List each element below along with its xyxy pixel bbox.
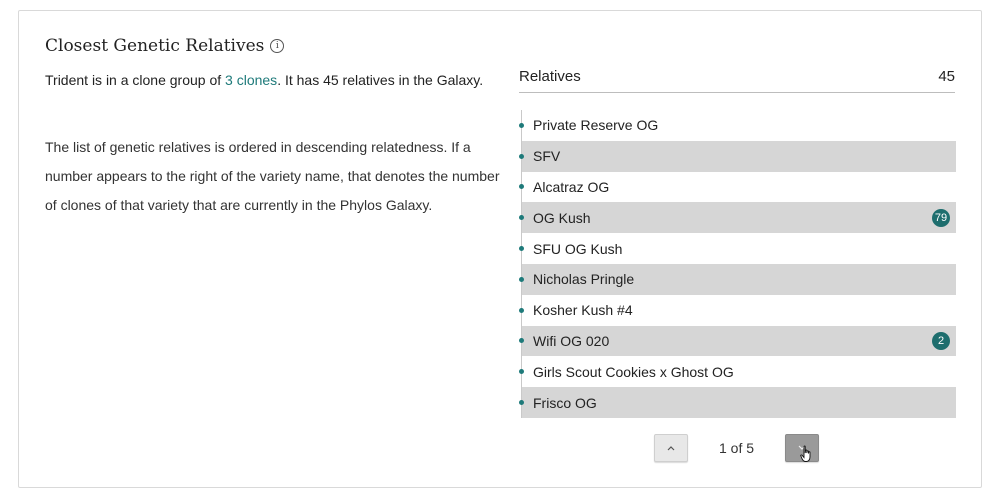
relative-name: SFU OG Kush: [533, 240, 623, 257]
bullet-dot-icon: [519, 122, 524, 128]
bullet-dot-icon: [519, 215, 524, 221]
bullet-dot-icon: [519, 307, 524, 313]
info-icon[interactable]: i: [270, 39, 285, 53]
list-item[interactable]: SFV: [519, 140, 956, 172]
panel-title-row: Closest Genetic Relatives i: [45, 36, 285, 56]
relative-name: Nicholas Pringle: [533, 271, 635, 288]
next-page-button[interactable]: [785, 434, 819, 462]
bullet-dot-icon: [519, 400, 524, 406]
list-item[interactable]: Private Reserve OG: [519, 110, 956, 141]
list-item[interactable]: Kosher Kush #4: [519, 295, 956, 326]
bullet-dot-icon: [519, 276, 524, 282]
relatives-header-label: Relatives: [519, 68, 581, 85]
clones-link[interactable]: 3 clones: [225, 72, 277, 88]
hand-cursor-icon: [800, 445, 811, 462]
prev-page-button[interactable]: [654, 434, 688, 462]
relative-name: SFV: [533, 148, 561, 165]
list-item[interactable]: Nicholas Pringle: [519, 263, 956, 295]
intro-text: Trident is in a clone group of 3 clones.…: [45, 66, 500, 95]
pagination: 1 of 5: [654, 434, 819, 462]
intro-prefix: Trident is in a clone group of: [45, 72, 226, 88]
bullet-dot-icon: [519, 153, 524, 159]
relative-name: Alcatraz OG: [533, 178, 610, 195]
intro-suffix: . It has 45 relatives in the Galaxy.: [277, 72, 484, 88]
clone-count-badge: 2: [932, 331, 950, 350]
list-item[interactable]: Girls Scout Cookies x Ghost OG: [519, 356, 956, 387]
clone-count-badge: 79: [932, 208, 950, 227]
bullet-dot-icon: [519, 184, 524, 190]
list-item[interactable]: Alcatraz OG: [519, 172, 956, 203]
list-item[interactable]: Frisco OG: [519, 387, 956, 418]
bullet-dot-icon: [519, 369, 524, 375]
panel-title: Closest Genetic Relatives: [45, 36, 265, 56]
relative-name: Wifi OG 020: [533, 332, 610, 349]
list-item[interactable]: Wifi OG 020 2: [519, 325, 956, 357]
page-status: 1 of 5: [718, 440, 755, 456]
chevron-up-icon: [667, 446, 675, 451]
bullet-dot-icon: [519, 338, 524, 344]
relatives-header: Relatives 45: [519, 68, 955, 93]
relative-name: OG Kush: [533, 209, 591, 226]
list-item[interactable]: SFU OG Kush: [519, 233, 956, 264]
relative-name: Kosher Kush #4: [533, 302, 633, 319]
description-text: The list of genetic relatives is ordered…: [45, 139, 500, 213]
relative-name: Girls Scout Cookies x Ghost OG: [533, 363, 734, 380]
relative-name: Private Reserve OG: [533, 117, 659, 134]
relatives-list: Private Reserve OG SFV Alcatraz OG OG Ku…: [519, 110, 956, 418]
relative-name: Frisco OG: [533, 394, 597, 411]
list-item[interactable]: OG Kush 79: [519, 202, 956, 234]
relatives-count: 45: [938, 68, 955, 85]
bullet-dot-icon: [519, 246, 524, 252]
